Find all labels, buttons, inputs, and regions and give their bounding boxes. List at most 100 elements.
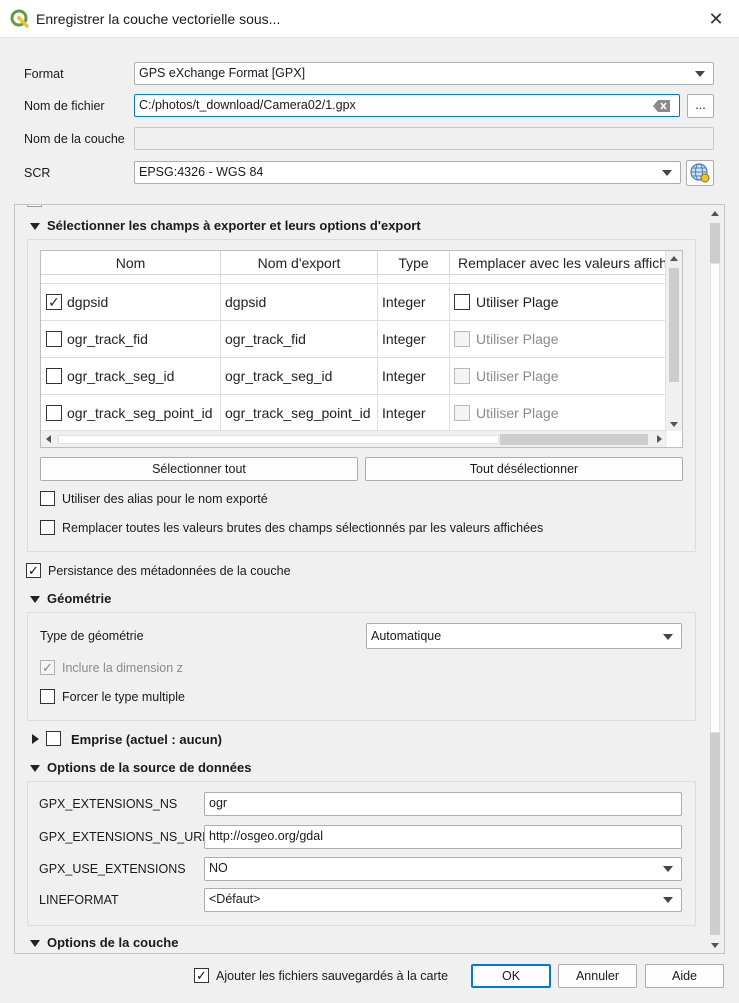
scrollbar-thumb[interactable]: [669, 268, 679, 382]
scroll-right-icon[interactable]: [657, 435, 662, 443]
field-name-cell[interactable]: ✓ dgpsid: [41, 284, 221, 321]
scroll-down-icon[interactable]: [670, 422, 678, 427]
geometry-type-label: Type de géométrie: [40, 629, 144, 643]
close-icon[interactable]: ✕: [701, 5, 731, 33]
fields-section-title[interactable]: Sélectionner les champs à exporter et le…: [47, 218, 421, 233]
add-to-map-checkbox[interactable]: ✓: [194, 968, 209, 983]
type-cell: Integer: [378, 284, 450, 321]
window-title: Enregistrer la couche vectorielle sous..…: [36, 11, 281, 27]
scroll-up-icon[interactable]: [670, 256, 678, 261]
filename-label: Nom de fichier: [24, 99, 105, 113]
add-to-map-label: Ajouter les fichiers sauvegardés à la ca…: [216, 969, 449, 983]
help-button[interactable]: Aide: [645, 964, 724, 988]
browse-button[interactable]: ...: [687, 94, 714, 118]
replace-cell: Utiliser Plage: [450, 358, 667, 395]
layer-options-section-title[interactable]: Options de la couche: [47, 935, 178, 950]
type-cell: Integer: [378, 395, 450, 432]
table-header: Nom Nom d'export Type Remplacer avec les…: [41, 251, 667, 275]
table-horizontal-scrollbar[interactable]: [41, 430, 667, 447]
options-scroll-area[interactable]: Sélectionner les champs à exporter et le…: [14, 204, 725, 954]
table-row[interactable]: ogr_track_seg_point_id ogr_track_seg_poi…: [41, 395, 667, 432]
crs-selector-button[interactable]: [686, 160, 714, 186]
persist-metadata-checkbox[interactable]: ✓: [26, 563, 41, 578]
option-select[interactable]: <Défaut>: [204, 888, 682, 912]
collapse-triangle-icon[interactable]: [30, 765, 40, 772]
option-label: GPX_EXTENSIONS_NS: [39, 797, 178, 811]
field-checkbox[interactable]: [46, 368, 62, 384]
fields-table[interactable]: Nom Nom d'export Type Remplacer avec les…: [40, 250, 683, 448]
scrollbar-thumb-top: [710, 223, 720, 263]
force-multi-checkbox[interactable]: [40, 689, 55, 704]
crs-label: SCR: [24, 166, 51, 180]
deselect-all-button[interactable]: Tout désélectionner: [365, 457, 683, 481]
table-row[interactable]: ✓ dgpsid dgpsid Integer Utiliser Plage: [41, 284, 667, 321]
field-checkbox[interactable]: ✓: [46, 294, 62, 310]
field-name-cell[interactable]: ogr_track_seg_id: [41, 358, 221, 395]
field-name-cell[interactable]: ogr_track_seg_point_id: [41, 395, 221, 432]
clear-icon[interactable]: [653, 100, 671, 112]
datasource-section-title[interactable]: Options de la source de données: [47, 760, 251, 775]
collapse-triangle-icon[interactable]: [30, 940, 40, 947]
use-alias-label: Utiliser des alias pour le nom exporté: [62, 492, 268, 506]
geometry-section-title[interactable]: Géométrie: [47, 591, 111, 606]
replace-all-label: Remplacer toutes les valeurs brutes des …: [62, 521, 544, 535]
type-cell: Integer: [378, 358, 450, 395]
cancel-button[interactable]: Annuler: [558, 964, 637, 988]
field-name-cell[interactable]: ogr_track_fid: [41, 321, 221, 358]
column-header[interactable]: Remplacer avec les valeurs affichées: [450, 251, 667, 275]
select-all-button[interactable]: Sélectionner tout: [40, 457, 358, 481]
export-name-cell[interactable]: ogr_track_fid: [221, 321, 378, 358]
column-header[interactable]: Type: [378, 251, 450, 275]
table-vertical-scrollbar[interactable]: [665, 251, 682, 431]
replace-cell[interactable]: Utiliser Plage: [450, 284, 667, 321]
crs-select[interactable]: EPSG:4326 - WGS 84: [134, 161, 681, 184]
column-header[interactable]: Nom d'export: [221, 251, 378, 275]
extent-section-title[interactable]: Emprise (actuel : aucun): [71, 732, 222, 747]
replace-checkbox[interactable]: [454, 294, 470, 310]
filename-value: C:/photos/t_download/Camera02/1.gpx: [139, 98, 356, 112]
option-select[interactable]: NO: [204, 857, 682, 881]
scrollbar-thumb[interactable]: [500, 434, 648, 445]
field-checkbox[interactable]: [46, 331, 62, 347]
option-text-input[interactable]: http://osgeo.org/gdal: [204, 825, 682, 849]
collapse-triangle-icon[interactable]: [30, 596, 40, 603]
panel-vertical-scrollbar[interactable]: [708, 207, 722, 951]
scroll-down-icon[interactable]: [711, 943, 719, 948]
replace-cell: Utiliser Plage: [450, 395, 667, 432]
scrollbar-thumb[interactable]: [710, 733, 720, 935]
include-z-label: Inclure la dimension z: [62, 661, 183, 675]
scrollbar-track: [710, 263, 720, 733]
chevron-down-icon: [663, 897, 673, 903]
collapse-triangle-icon[interactable]: [30, 223, 40, 230]
layername-input[interactable]: [134, 127, 714, 150]
use-alias-checkbox[interactable]: [40, 491, 55, 506]
table-row[interactable]: ogr_track_fid ogr_track_fid Integer Util…: [41, 321, 667, 358]
option-label: GPX_USE_EXTENSIONS: [39, 862, 186, 876]
qgis-logo-icon: [10, 9, 29, 28]
filename-input[interactable]: C:/photos/t_download/Camera02/1.gpx: [134, 94, 680, 117]
replace-checkbox: [454, 331, 470, 347]
scrollbar-track: [58, 435, 499, 444]
export-name-cell[interactable]: ogr_track_seg_id: [221, 358, 378, 395]
format-label: Format: [24, 67, 64, 81]
extent-checkbox[interactable]: [46, 731, 61, 746]
replace-all-checkbox[interactable]: [40, 520, 55, 535]
column-header[interactable]: Nom: [41, 251, 221, 275]
expand-triangle-icon[interactable]: [32, 734, 39, 744]
chevron-down-icon: [663, 866, 673, 872]
layername-label: Nom de la couche: [24, 132, 125, 146]
option-text-input[interactable]: ogr: [204, 792, 682, 816]
hidden-checkbox-fragment: [27, 205, 42, 207]
field-checkbox[interactable]: [46, 405, 62, 421]
scroll-up-icon[interactable]: [711, 211, 719, 216]
chevron-down-icon: [695, 71, 705, 77]
ok-button[interactable]: OK: [471, 964, 551, 988]
globe-icon: [690, 163, 710, 183]
scroll-left-icon[interactable]: [46, 435, 51, 443]
table-row[interactable]: ogr_track_seg_id ogr_track_seg_id Intege…: [41, 358, 667, 395]
chevron-down-icon: [663, 634, 673, 640]
format-select[interactable]: GPS eXchange Format [GPX]: [134, 62, 714, 85]
export-name-cell[interactable]: ogr_track_seg_point_id: [221, 395, 378, 432]
export-name-cell[interactable]: dgpsid: [221, 284, 378, 321]
geometry-type-select[interactable]: Automatique: [366, 623, 682, 649]
